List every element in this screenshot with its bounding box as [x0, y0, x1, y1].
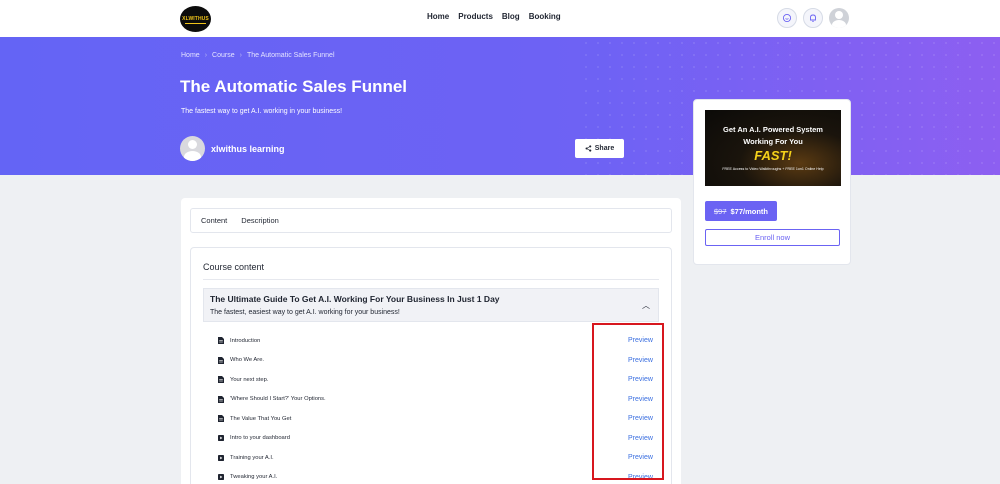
preview-link[interactable]: Preview	[628, 474, 653, 481]
share-label: Share	[594, 145, 615, 152]
author-info: xlwithus learning	[180, 136, 285, 161]
lesson-item: 'Where Should I Start?' Your Options. Pr…	[207, 390, 663, 410]
preview-link[interactable]: Preview	[628, 415, 653, 422]
document-icon	[218, 395, 224, 403]
lesson-name: The Value That You Get	[230, 415, 292, 422]
menu-booking[interactable]: Booking	[529, 12, 561, 21]
promo-image: Get An A.I. Powered System Working For Y…	[705, 110, 841, 186]
breadcrumb-course[interactable]: Course	[212, 52, 235, 59]
page-title: The Automatic Sales Funnel	[180, 77, 408, 96]
share-icon	[585, 145, 592, 152]
logo-text: XLWITHUS	[182, 16, 209, 22]
price-badge: $97 $77/month	[705, 201, 777, 221]
section-title: The Ultimate Guide To Get A.I. Working F…	[210, 294, 500, 304]
site-logo[interactable]: XLWITHUS	[180, 6, 211, 32]
tab-content[interactable]: Content	[201, 216, 227, 225]
nav-icons	[777, 8, 849, 28]
page-subtitle: The fastest way to get A.I. working in y…	[181, 108, 343, 115]
video-icon	[218, 474, 224, 481]
old-price: $97	[713, 206, 727, 216]
chat-icon[interactable]	[777, 8, 797, 28]
chevron-right-icon: ›	[204, 52, 208, 59]
course-content-heading: Course content	[203, 262, 265, 272]
video-icon	[218, 454, 224, 461]
enroll-button[interactable]: Enroll now	[705, 229, 840, 246]
lesson-name: Your next step.	[230, 376, 269, 383]
lesson-item: Intro to your dashboard Preview	[207, 429, 663, 449]
lesson-list: Introduction Preview Who We Are. Preview…	[207, 331, 663, 484]
preview-link[interactable]: Preview	[628, 435, 653, 442]
preview-link[interactable]: Preview	[628, 376, 653, 383]
menu-blog[interactable]: Blog	[502, 12, 520, 21]
document-icon	[218, 337, 224, 345]
lesson-item: Your next step. Preview	[207, 370, 663, 390]
course-section-header[interactable]: The Ultimate Guide To Get A.I. Working F…	[203, 288, 659, 322]
lesson-name: Tweaking your A.I.	[230, 474, 278, 481]
bell-icon[interactable]	[803, 8, 823, 28]
menu-home[interactable]: Home	[427, 12, 449, 21]
lesson-name: Intro to your dashboard	[230, 435, 290, 442]
content-panel: Content Description Course content The U…	[181, 198, 681, 484]
lesson-item: Introduction Preview	[207, 331, 663, 351]
document-icon	[218, 376, 224, 384]
menu-products[interactable]: Products	[458, 12, 493, 21]
document-icon	[218, 415, 224, 423]
author-avatar	[180, 136, 205, 161]
preview-link[interactable]: Preview	[628, 357, 653, 364]
current-price: $77/month	[730, 206, 769, 216]
tab-description[interactable]: Description	[241, 216, 279, 225]
video-icon	[218, 435, 224, 442]
preview-link[interactable]: Preview	[628, 396, 653, 403]
lesson-item: Training your A.I. Preview	[207, 448, 663, 468]
course-content: Course content The Ultimate Guide To Get…	[190, 247, 672, 484]
preview-link[interactable]: Preview	[628, 454, 653, 461]
breadcrumb: Home › Course › The Automatic Sales Funn…	[181, 52, 335, 59]
document-icon	[218, 356, 224, 364]
main-menu: Home Products Blog Booking	[427, 12, 561, 21]
preview-link[interactable]: Preview	[628, 337, 653, 344]
content-tabs: Content Description	[190, 208, 672, 233]
chevron-up-icon[interactable]: ︿	[642, 300, 650, 311]
lesson-name: Introduction	[230, 337, 261, 344]
breadcrumb-home[interactable]: Home	[181, 52, 200, 59]
lesson-item: Tweaking your A.I. Preview	[207, 468, 663, 484]
top-navbar: XLWITHUS Home Products Blog Booking	[0, 0, 1000, 37]
breadcrumb-current: The Automatic Sales Funnel	[246, 52, 335, 59]
author-name[interactable]: xlwithus learning	[211, 144, 285, 154]
pricing-card: Get An A.I. Powered System Working For Y…	[693, 99, 851, 265]
section-subtitle: The fastest, easiest way to get A.I. wor…	[210, 309, 400, 316]
share-button[interactable]: Share	[575, 139, 624, 158]
lesson-name: Who We Are.	[230, 357, 265, 364]
lesson-item: Who We Are. Preview	[207, 351, 663, 371]
user-avatar-icon[interactable]	[829, 8, 849, 28]
lesson-name: 'Where Should I Start?' Your Options.	[230, 396, 326, 403]
chevron-right-icon: ›	[239, 52, 242, 59]
lesson-item: The Value That You Get Preview	[207, 409, 663, 429]
lesson-name: Training your A.I.	[230, 454, 274, 461]
